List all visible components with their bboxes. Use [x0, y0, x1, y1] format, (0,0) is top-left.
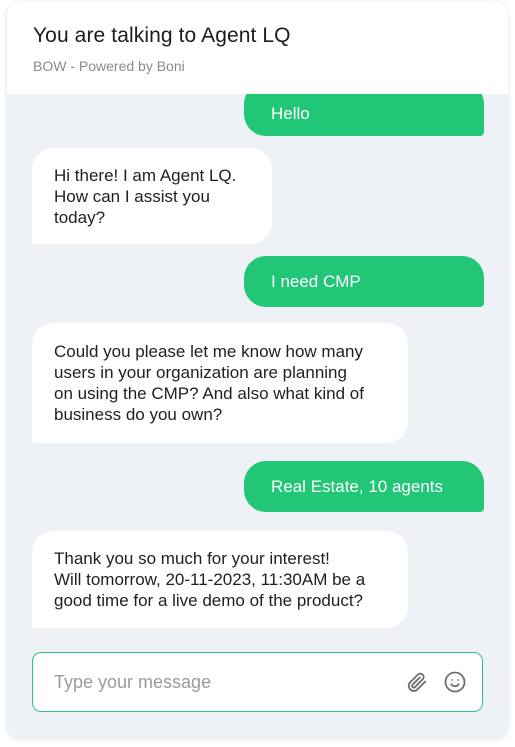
message-composer [32, 652, 483, 712]
message-input[interactable] [54, 671, 392, 693]
chat-header: You are talking to Agent LQ BOW - Powere… [7, 2, 508, 94]
paperclip-icon[interactable] [404, 669, 430, 695]
agent-message: Could you please let me know how many us… [32, 323, 408, 443]
user-message: Real Estate, 10 agents [244, 461, 484, 512]
chat-subtitle: BOW - Powered by Boni [33, 58, 185, 74]
agent-message: Thank you so much for your interest! Wil… [32, 531, 408, 628]
agent-message: Hi there! I am Agent LQ. How can I assis… [32, 148, 272, 244]
chat-title: You are talking to Agent LQ [33, 24, 291, 47]
chat-window: You are talking to Agent LQ BOW - Powere… [7, 2, 508, 738]
user-message: I need CMP [244, 256, 484, 307]
smiley-icon[interactable] [442, 669, 468, 695]
user-message: Hello [244, 94, 484, 136]
message-list[interactable]: Hello Hi there! I am Agent LQ. How can I… [7, 94, 508, 642]
